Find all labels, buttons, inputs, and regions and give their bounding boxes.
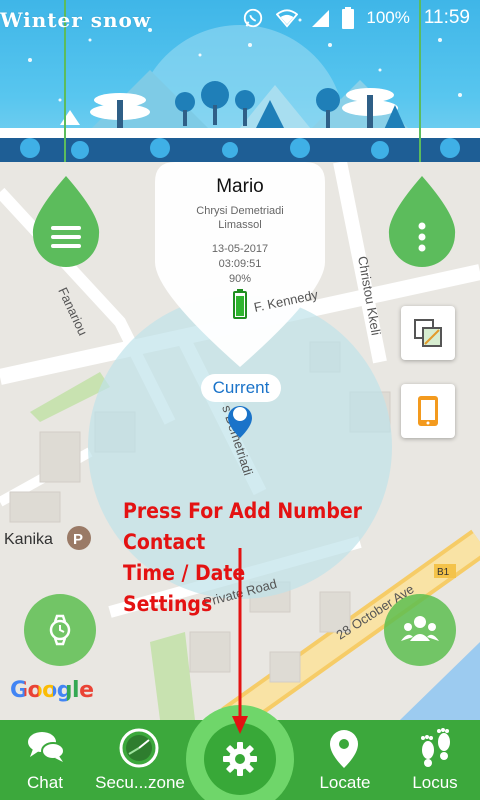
smartwatch-icon — [49, 614, 71, 646]
more-options-drop-button[interactable] — [387, 176, 457, 268]
contacts-group-button[interactable] — [384, 594, 456, 666]
device-info-bubble[interactable]: Mario Chrysi Demetriadi Limassol 13-05-2… — [150, 160, 330, 324]
location-pin-icon — [330, 730, 358, 768]
menu-drop-button[interactable] — [31, 176, 101, 268]
address-line2: Limassol — [218, 219, 262, 231]
whatsapp-icon — [244, 8, 263, 28]
status-bar: Winter snow 100% 11:59 — [0, 0, 480, 36]
map-layers-button[interactable] — [401, 306, 455, 360]
device-locate-button[interactable] — [401, 384, 455, 438]
footprints-icon — [421, 728, 450, 767]
map-layers-icon — [414, 319, 442, 347]
annotation-line-1: Press For Add Number — [123, 499, 363, 523]
poi-kanika-label: Kanika — [4, 531, 53, 548]
battery-status-icon — [233, 289, 247, 319]
status-icons: 100% 11:59 — [242, 7, 470, 29]
timestamp: 13-05-2017 03:09:51 90% — [150, 242, 330, 287]
hamburger-menu-icon — [51, 226, 81, 248]
nav-chat-label: Chat — [27, 773, 63, 792]
address-line1: Chrysi Demetriadi — [196, 205, 284, 217]
nav-security-zone[interactable]: Secu...zone — [95, 720, 185, 800]
clock: 11:59 — [423, 7, 470, 28]
annotation-arrow — [232, 548, 248, 734]
battery-level: 90% — [228, 273, 252, 285]
parking-badge: P — [73, 531, 83, 548]
chat-bubbles-icon — [28, 732, 65, 762]
nav-locate[interactable]: Locate — [300, 720, 390, 800]
group-icon — [401, 616, 439, 641]
wifi-icon — [276, 9, 299, 28]
device-name: Mario — [216, 176, 264, 197]
nav-locate-label: Locate — [319, 773, 371, 792]
radar-icon — [119, 728, 159, 768]
route-badge-b1: B1 — [437, 567, 450, 578]
nav-chat[interactable]: Chat — [0, 720, 90, 800]
nav-locus[interactable]: Locus — [390, 720, 480, 800]
more-vert-icon — [418, 222, 426, 252]
current-location-label: Current — [201, 374, 281, 402]
battery-percentage: 100% — [366, 8, 410, 27]
address: Chrysi Demetriadi Limassol — [150, 204, 330, 232]
watch-button[interactable] — [24, 594, 96, 666]
location-date: 13-05-2017 — [211, 243, 269, 255]
battery-icon — [342, 7, 355, 29]
app-title: Winter snow — [0, 8, 152, 32]
nav-security-zone-label: Secu...zone — [95, 773, 185, 792]
google-logo-text: Google — [10, 678, 94, 703]
signal-icon — [312, 10, 330, 27]
google-logo: Google — [10, 678, 94, 703]
phone-icon — [418, 396, 438, 426]
nav-locus-label: Locus — [412, 773, 458, 792]
location-time: 03:09:51 — [218, 258, 262, 270]
gear-icon — [223, 742, 257, 776]
